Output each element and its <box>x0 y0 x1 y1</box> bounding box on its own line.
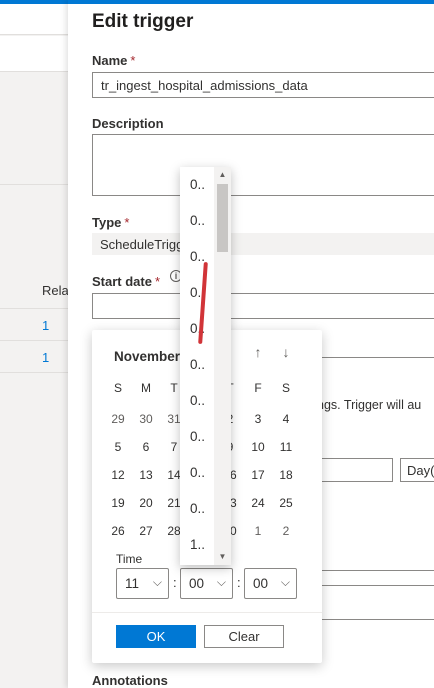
scroll-down-arrow-icon[interactable]: ▼ <box>214 552 231 561</box>
minute-option[interactable]: 1.. <box>180 527 214 563</box>
description-label: Description <box>92 116 164 131</box>
minute-option[interactable]: 0.. <box>180 239 214 275</box>
minute-option[interactable]: 0.. <box>180 419 214 455</box>
type-label: Type * <box>92 215 129 230</box>
recurrence-unit-select[interactable]: Day(s) <box>400 458 434 482</box>
calendar-day[interactable]: 6 <box>132 433 160 461</box>
time-label: Time <box>116 552 143 566</box>
field-underline <box>308 357 434 358</box>
prev-month-arrow-icon[interactable]: ↑ <box>249 344 267 360</box>
minute-dropdown-list: 1.. 0.. 0.. 0.. 0.. 0.. 0.. 0.. 0.. 0.. 0.. ▲ ▼ <box>180 167 231 565</box>
time-colon: : <box>237 575 241 590</box>
required-mark: * <box>130 53 136 68</box>
weekday-label: S <box>281 381 290 395</box>
background-band <box>0 4 68 35</box>
minute-option[interactable]: 0.. <box>180 347 214 383</box>
chevron-down-icon: ⌵ <box>152 575 162 589</box>
calendar-day[interactable]: 29 <box>104 405 132 433</box>
minute-option[interactable]: 0.. <box>180 167 214 203</box>
calendar-day[interactable]: 18 <box>272 461 300 489</box>
background-divider <box>0 184 68 185</box>
panel-topbar <box>68 0 434 4</box>
calendar-day[interactable]: 26 <box>104 517 132 545</box>
calendar-day[interactable]: 17 <box>244 461 272 489</box>
description-input[interactable] <box>92 134 434 196</box>
dropdown-scrollbar[interactable]: ▲ ▼ <box>214 167 231 565</box>
background-row-link[interactable]: 1 <box>42 318 49 333</box>
background-band <box>0 36 68 72</box>
type-value: ScheduleTrigger <box>92 233 434 255</box>
chevron-down-icon: ⌵ <box>280 575 290 589</box>
calendar-day[interactable]: 10 <box>244 433 272 461</box>
field-underline <box>308 619 434 620</box>
hour-select[interactable]: 11 ⌵ <box>116 568 169 599</box>
minute-option[interactable]: 0.. <box>180 383 214 419</box>
calendar-day[interactable]: 12 <box>104 461 132 489</box>
background-divider <box>0 372 68 373</box>
minute-option[interactable]: 0.. <box>180 311 214 347</box>
annotations-label: Annotations <box>92 673 168 688</box>
next-month-arrow-icon[interactable]: ↓ <box>277 344 295 360</box>
background-row-link[interactable]: 1 <box>42 350 49 365</box>
time-colon: : <box>173 575 177 590</box>
name-input[interactable]: tr_ingest_hospital_admissions_data <box>92 72 434 98</box>
calendar-day[interactable]: 1 <box>244 517 272 545</box>
field-underline <box>308 585 434 586</box>
calendar-day[interactable]: 2 <box>272 517 300 545</box>
background-page <box>0 0 68 688</box>
background-divider <box>0 340 68 341</box>
scroll-up-arrow-icon[interactable]: ▲ <box>214 170 231 179</box>
calendar-day[interactable]: 27 <box>132 517 160 545</box>
calendar-day[interactable]: 5 <box>104 433 132 461</box>
minute-select[interactable]: 00 ⌵ <box>180 568 233 599</box>
calendar-day[interactable]: 13 <box>132 461 160 489</box>
type-label-text: Type <box>92 215 122 230</box>
weekday-label: S <box>113 381 122 395</box>
minute-option[interactable]: 0.. <box>180 203 214 239</box>
minute-option[interactable]: 0.. <box>180 491 214 527</box>
field-underline <box>308 570 434 571</box>
scrollbar-thumb[interactable] <box>217 184 228 252</box>
calendar-day[interactable]: 30 <box>132 405 160 433</box>
picker-month: November <box>114 349 181 364</box>
panel-title: Edit trigger <box>92 11 194 32</box>
chevron-down-icon: ⌵ <box>216 575 226 589</box>
hour-value: 11 <box>125 576 140 591</box>
name-label-text: Name <box>92 53 128 68</box>
minute-option[interactable]: 0.. <box>180 275 214 311</box>
calendar-day[interactable]: 11 <box>272 433 300 461</box>
calendar-day[interactable]: 4 <box>272 405 300 433</box>
calendar-day[interactable]: 19 <box>104 489 132 517</box>
name-label: Name * <box>92 53 135 68</box>
second-select[interactable]: 00 ⌵ <box>244 568 297 599</box>
calendar-day[interactable]: 24 <box>244 489 272 517</box>
minute-value: 00 <box>189 576 205 591</box>
required-mark: * <box>124 215 130 230</box>
calendar-day[interactable]: 25 <box>272 489 300 517</box>
ok-button[interactable]: OK <box>116 625 196 648</box>
weekday-label: M <box>141 381 151 395</box>
minute-option[interactable]: 0.. <box>180 455 214 491</box>
clear-button[interactable]: Clear <box>204 625 284 648</box>
picker-divider <box>92 612 322 613</box>
start-date-input[interactable] <box>92 293 434 319</box>
weekday-label: F <box>254 381 262 395</box>
start-date-label: Start date * <box>92 274 160 289</box>
recurrence-help-text: vings. Trigger will au <box>308 398 422 412</box>
background-column-header: Rela <box>42 283 69 298</box>
second-value: 00 <box>253 576 269 591</box>
start-date-label-text: Start date <box>92 274 152 289</box>
calendar-day[interactable]: 20 <box>132 489 160 517</box>
background-divider <box>0 308 68 309</box>
required-mark: * <box>154 274 161 289</box>
calendar-day[interactable]: 3 <box>244 405 272 433</box>
